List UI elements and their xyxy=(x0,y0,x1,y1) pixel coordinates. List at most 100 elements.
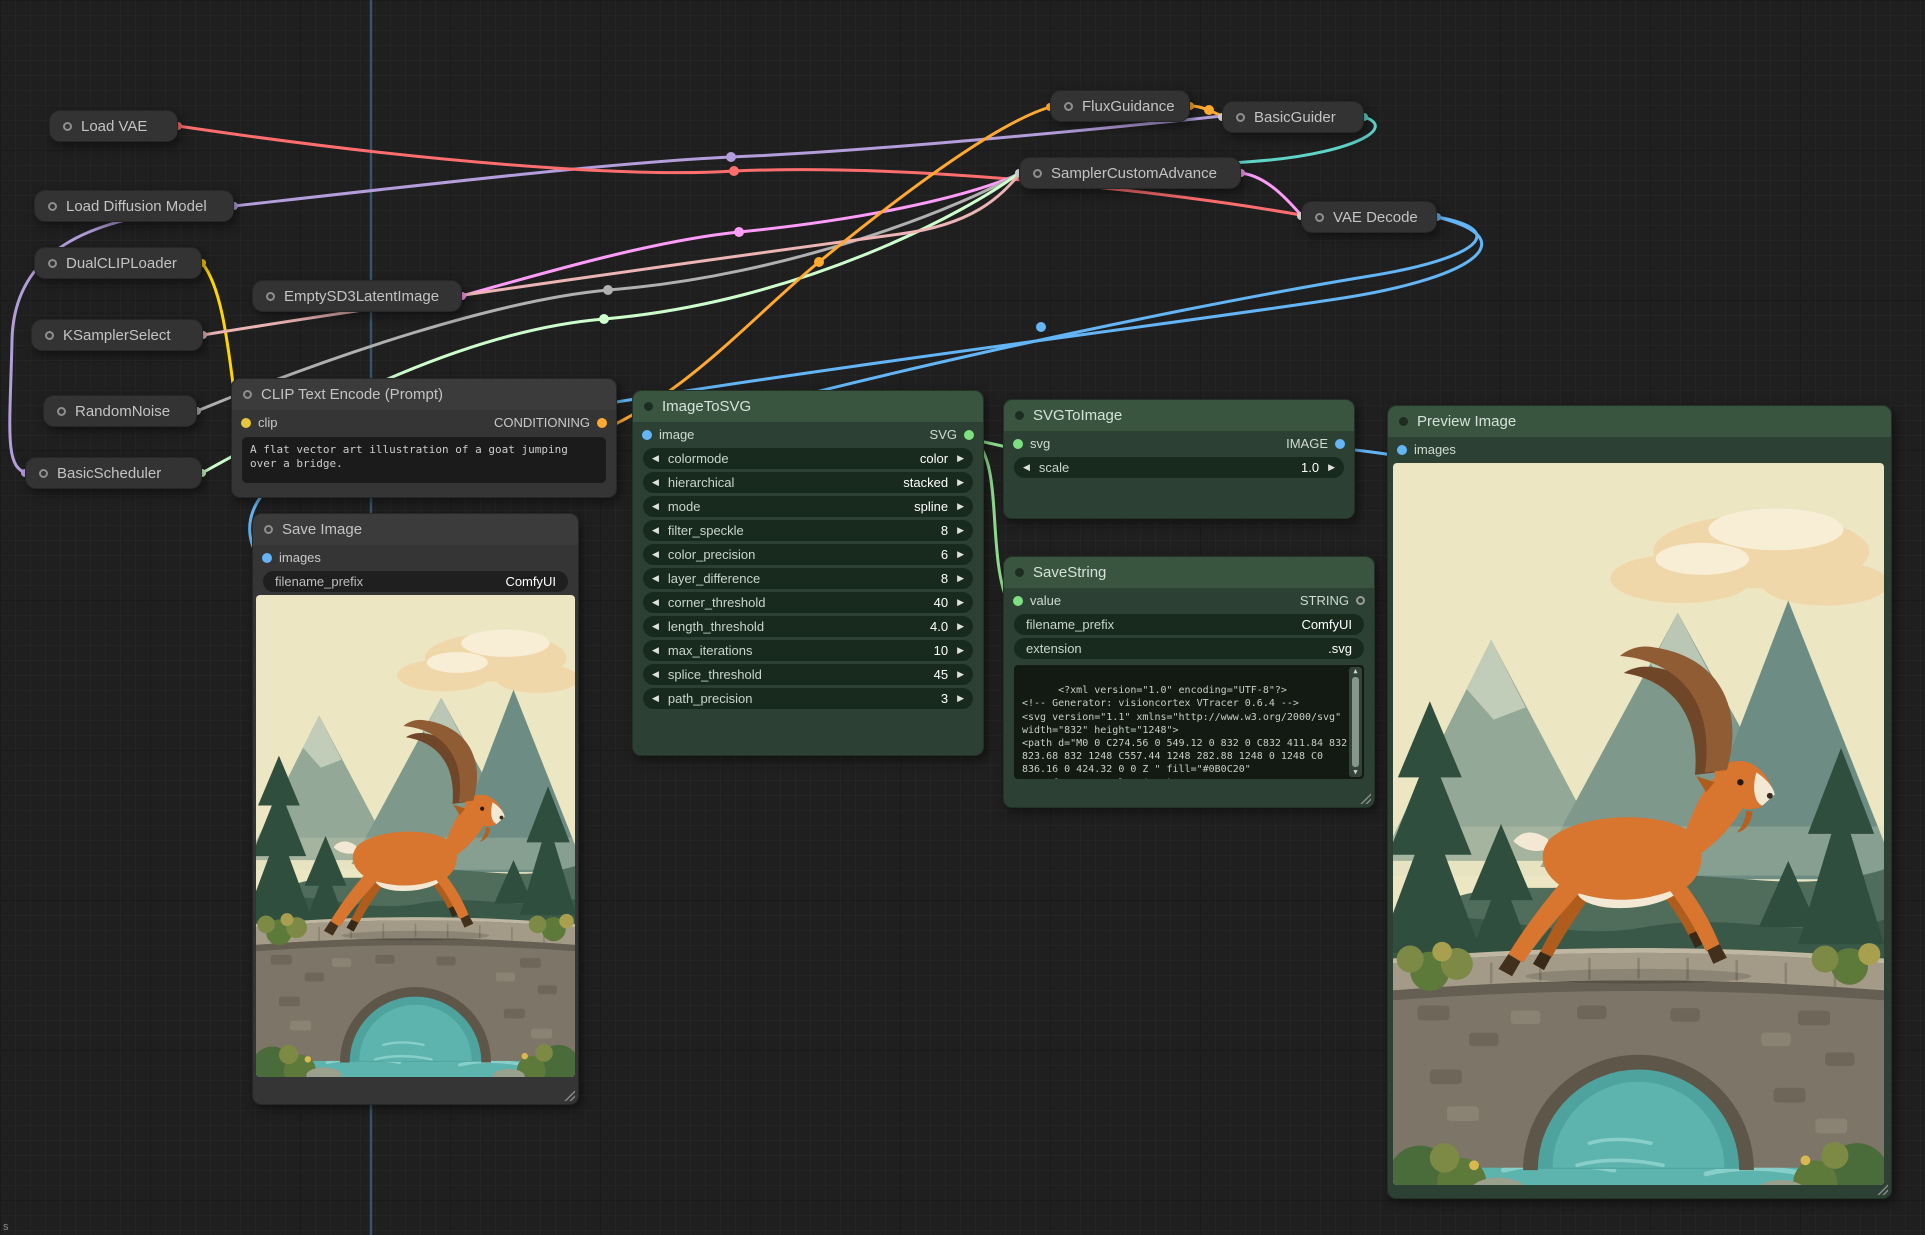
widget-filename-prefix[interactable]: filename_prefix ComfyUI xyxy=(263,571,568,592)
node-header[interactable]: CLIP Text Encode (Prompt) xyxy=(232,379,616,410)
decrement-arrow-icon[interactable]: ◀ xyxy=(652,525,659,536)
node-savestring[interactable]: SaveString value STRING filename_prefix … xyxy=(1003,556,1375,808)
resize-handle[interactable] xyxy=(1359,792,1371,804)
node-basicscheduler[interactable]: BasicScheduler xyxy=(25,457,202,489)
collapse-toggle-icon[interactable] xyxy=(1015,568,1024,577)
node-svgtoimage[interactable]: SVGToImage svg IMAGE ◀ scale 1.0 ▶ xyxy=(1003,399,1355,519)
node-load-vae[interactable]: Load VAE xyxy=(49,110,178,142)
decrement-arrow-icon[interactable]: ◀ xyxy=(652,645,659,656)
decrement-arrow-icon[interactable]: ◀ xyxy=(652,573,659,584)
node-header[interactable]: SaveString xyxy=(1004,557,1374,588)
node-save-image[interactable]: Save Image images filename_prefix ComfyU… xyxy=(252,513,579,1105)
output-conditioning[interactable]: CONDITIONING xyxy=(494,415,607,430)
decrement-arrow-icon[interactable]: ◀ xyxy=(1023,462,1030,473)
output-image[interactable]: IMAGE xyxy=(1286,436,1345,451)
node-clip-text-encode[interactable]: CLIP Text Encode (Prompt) clip CONDITION… xyxy=(231,378,617,498)
increment-arrow-icon[interactable]: ▶ xyxy=(957,501,964,512)
image-port-icon[interactable] xyxy=(1397,445,1407,455)
svg-port-icon[interactable] xyxy=(964,430,974,440)
conditioning-port-icon[interactable] xyxy=(597,418,607,428)
node-fluxguidance[interactable]: FluxGuidance xyxy=(1050,90,1190,122)
node-basicguider[interactable]: BasicGuider xyxy=(1222,101,1364,133)
decrement-arrow-icon[interactable]: ◀ xyxy=(652,501,659,512)
increment-arrow-icon[interactable]: ▶ xyxy=(957,453,964,464)
widget-splice-threshold[interactable]: ◀ splice_threshold 45 ▶ xyxy=(643,664,973,685)
node-ksamplerselect[interactable]: KSamplerSelect xyxy=(31,319,203,351)
string-output-port-icon[interactable] xyxy=(1356,596,1365,605)
node-dualcliploader[interactable]: DualCLIPLoader xyxy=(34,247,202,279)
node-samplercustomadvance[interactable]: SamplerCustomAdvance xyxy=(1019,157,1241,189)
resize-handle[interactable] xyxy=(1876,1183,1888,1195)
decrement-arrow-icon[interactable]: ◀ xyxy=(652,477,659,488)
collapse-toggle-icon[interactable] xyxy=(644,402,653,411)
svg-port-icon[interactable] xyxy=(1013,439,1023,449)
widget-path-precision[interactable]: ◀ path_precision 3 ▶ xyxy=(643,688,973,709)
collapse-toggle-icon[interactable] xyxy=(63,122,72,131)
string-value-textarea[interactable]: <?xml version="1.0" encoding="UTF-8"?> <… xyxy=(1014,665,1364,779)
node-header[interactable]: SVGToImage xyxy=(1004,400,1354,431)
input-image[interactable]: image xyxy=(642,427,694,442)
scrollbar-thumb[interactable] xyxy=(1352,677,1359,767)
widget-corner-threshold[interactable]: ◀ corner_threshold 40 ▶ xyxy=(643,592,973,613)
widget-filter-speckle[interactable]: ◀ filter_speckle 8 ▶ xyxy=(643,520,973,541)
widget-mode[interactable]: ◀ mode spline ▶ xyxy=(643,496,973,517)
collapse-toggle-icon[interactable] xyxy=(48,259,57,268)
node-header[interactable]: Save Image xyxy=(253,514,578,545)
collapse-toggle-icon[interactable] xyxy=(48,202,57,211)
input-images[interactable]: images xyxy=(262,550,321,565)
widget-hierarchical[interactable]: ◀ hierarchical stacked ▶ xyxy=(643,472,973,493)
widget-extension[interactable]: extension .svg xyxy=(1014,638,1364,659)
scroll-down-icon[interactable]: ▼ xyxy=(1353,769,1357,776)
node-emptysd3latentimage[interactable]: EmptySD3LatentImage xyxy=(252,280,462,312)
node-preview-image[interactable]: Preview Image images xyxy=(1387,405,1892,1199)
decrement-arrow-icon[interactable]: ◀ xyxy=(652,549,659,560)
collapse-toggle-icon[interactable] xyxy=(264,525,273,534)
decrement-arrow-icon[interactable]: ◀ xyxy=(652,693,659,704)
output-string[interactable]: STRING xyxy=(1300,593,1365,608)
increment-arrow-icon[interactable]: ▶ xyxy=(957,573,964,584)
widget-filename-prefix[interactable]: filename_prefix ComfyUI xyxy=(1014,614,1364,635)
decrement-arrow-icon[interactable]: ◀ xyxy=(652,621,659,632)
increment-arrow-icon[interactable]: ▶ xyxy=(957,645,964,656)
image-port-icon[interactable] xyxy=(1335,439,1345,449)
collapse-toggle-icon[interactable] xyxy=(39,469,48,478)
collapse-toggle-icon[interactable] xyxy=(243,390,252,399)
increment-arrow-icon[interactable]: ▶ xyxy=(957,477,964,488)
widget-scale[interactable]: ◀ scale 1.0 ▶ xyxy=(1014,457,1344,478)
input-value[interactable]: value xyxy=(1013,593,1061,608)
node-randomnoise[interactable]: RandomNoise xyxy=(43,395,197,427)
increment-arrow-icon[interactable]: ▶ xyxy=(957,525,964,536)
image-port-icon[interactable] xyxy=(262,553,272,563)
scrollbar[interactable]: ▲ ▼ xyxy=(1349,667,1362,777)
node-header[interactable]: Preview Image xyxy=(1388,406,1891,437)
widget-colormode[interactable]: ◀ colormode color ▶ xyxy=(643,448,973,469)
image-port-icon[interactable] xyxy=(642,430,652,440)
collapse-toggle-icon[interactable] xyxy=(1399,417,1408,426)
widget-color-precision[interactable]: ◀ color_precision 6 ▶ xyxy=(643,544,973,565)
decrement-arrow-icon[interactable]: ◀ xyxy=(652,597,659,608)
string-port-icon[interactable] xyxy=(1013,596,1023,606)
collapse-toggle-icon[interactable] xyxy=(1033,169,1042,178)
node-load-diffusion-model[interactable]: Load Diffusion Model xyxy=(34,190,234,222)
node-graph-canvas[interactable]: Load VAE Load Diffusion Model DualCLIPLo… xyxy=(0,0,1925,1235)
increment-arrow-icon[interactable]: ▶ xyxy=(1328,462,1335,473)
decrement-arrow-icon[interactable]: ◀ xyxy=(652,669,659,680)
input-svg[interactable]: svg xyxy=(1013,436,1050,451)
increment-arrow-icon[interactable]: ▶ xyxy=(957,597,964,608)
input-clip[interactable]: clip xyxy=(241,415,278,430)
prompt-text-input[interactable]: A flat vector art illustration of a goat… xyxy=(242,437,606,483)
widget-layer-difference[interactable]: ◀ layer_difference 8 ▶ xyxy=(643,568,973,589)
collapse-toggle-icon[interactable] xyxy=(266,292,275,301)
collapse-toggle-icon[interactable] xyxy=(1315,213,1324,222)
input-images[interactable]: images xyxy=(1397,442,1456,457)
collapse-toggle-icon[interactable] xyxy=(1064,102,1073,111)
node-imagetosvg[interactable]: ImageToSVG image SVG ◀ colormode color ▶… xyxy=(632,390,984,756)
scroll-up-icon[interactable]: ▲ xyxy=(1353,668,1357,675)
increment-arrow-icon[interactable]: ▶ xyxy=(957,693,964,704)
widget-max-iterations[interactable]: ◀ max_iterations 10 ▶ xyxy=(643,640,973,661)
collapse-toggle-icon[interactable] xyxy=(45,331,54,340)
node-header[interactable]: ImageToSVG xyxy=(633,391,983,422)
increment-arrow-icon[interactable]: ▶ xyxy=(957,621,964,632)
widget-length-threshold[interactable]: ◀ length_threshold 4.0 ▶ xyxy=(643,616,973,637)
collapse-toggle-icon[interactable] xyxy=(1236,113,1245,122)
